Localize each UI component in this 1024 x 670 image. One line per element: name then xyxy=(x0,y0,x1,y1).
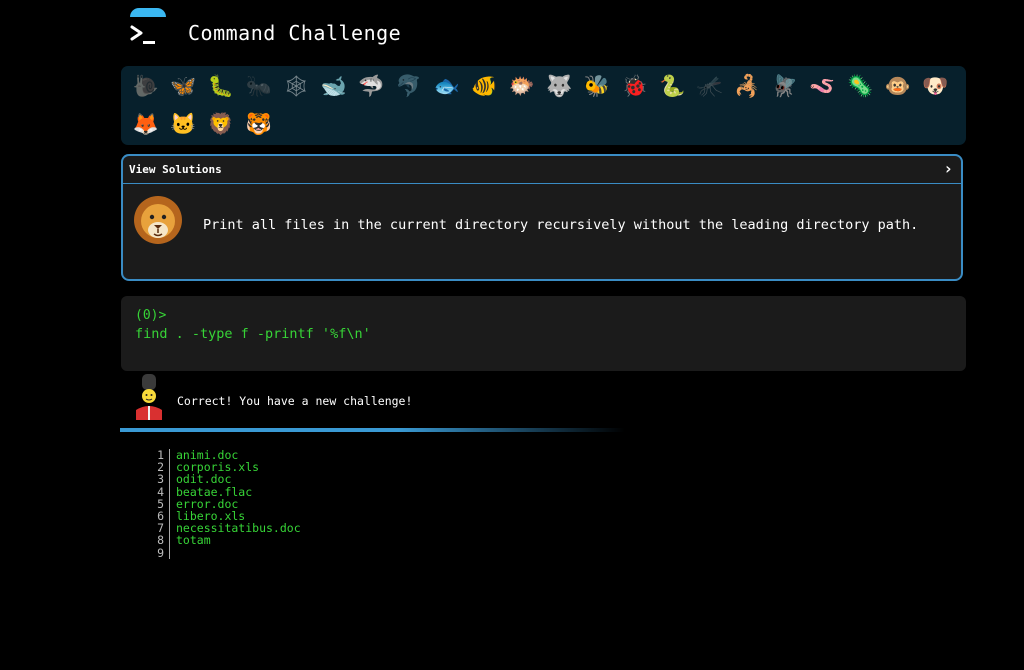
cat-icon[interactable]: 🐱 xyxy=(165,108,203,140)
output-text: totam xyxy=(176,533,211,548)
bee-icon[interactable]: 🐝 xyxy=(578,70,616,102)
output-line: 9 xyxy=(150,546,301,559)
earthworm-icon[interactable]: 🪱 xyxy=(804,70,842,102)
worm-icon[interactable]: 🐍 xyxy=(653,70,691,102)
header-accent-arc xyxy=(130,8,166,17)
butterfly-icon[interactable]: 🦋 xyxy=(165,70,203,102)
challenge-description: Print all files in the current directory… xyxy=(203,217,919,233)
icon-row-2: 🦊 🐱 🦁 🐯 xyxy=(127,108,277,140)
command-input[interactable]: find . -type f -printf '%f\n' xyxy=(135,326,371,342)
chevron-right-icon[interactable]: › xyxy=(943,159,953,178)
terminal-input[interactable]: (0)> find . -type f -printf '%f\n' xyxy=(121,296,966,371)
line-number: 8 xyxy=(150,534,170,547)
icon-row-1: 🐌 🦋 🐛 🐜 🕸 🐋 🦈 🐬 🐟 🐠 🐡 🐺 🐝 🐞 🐍 🦟 🦂 🪰 🪱 🦠 🐵 🐶 xyxy=(127,70,954,102)
terminal-prompt-icon xyxy=(130,25,155,44)
output-line: 4 beatae.flac xyxy=(150,484,301,499)
monkey-icon[interactable]: 🐵 xyxy=(879,70,917,102)
shark-icon[interactable]: 🦈 xyxy=(353,70,391,102)
fish-icon[interactable]: 🐟 xyxy=(428,70,466,102)
tropical-fish-icon[interactable]: 🐠 xyxy=(465,70,503,102)
fly-icon[interactable]: 🪰 xyxy=(766,70,804,102)
wolf-icon[interactable]: 🐺 xyxy=(541,70,579,102)
lion-icon xyxy=(134,196,182,244)
line-number: 4 xyxy=(150,485,170,498)
output-text: beatae.flac xyxy=(176,484,253,499)
whale-icon[interactable]: 🐋 xyxy=(315,70,353,102)
tiger-icon[interactable]: 🐯 xyxy=(240,108,278,140)
output-text: odit.doc xyxy=(176,472,232,487)
caterpillar-icon[interactable]: 🐛 xyxy=(202,70,240,102)
terminal-prompt: (0)> xyxy=(135,308,167,323)
app-header: Command Challenge xyxy=(128,0,968,60)
output-line: 3 odit.doc xyxy=(150,473,301,485)
royal-guard-icon xyxy=(136,374,162,420)
spider-web-icon[interactable]: 🕸 xyxy=(277,70,315,102)
scorpion-icon[interactable]: 🦂 xyxy=(729,70,767,102)
mosquito-icon[interactable]: 🦟 xyxy=(691,70,729,102)
dog-icon[interactable]: 🐶 xyxy=(916,70,954,102)
view-solutions-label: View Solutions xyxy=(129,163,222,176)
line-number: 3 xyxy=(150,473,170,486)
output-line: 7 necessitatibus.doc xyxy=(150,522,301,534)
page-title: Command Challenge xyxy=(188,21,402,45)
challenge-icon-bar: 🐌 🦋 🐛 🐜 🕸 🐋 🦈 🐬 🐟 🐠 🐡 🐺 🐝 🐞 🐍 🦟 🦂 🪰 🪱 🦠 🐵 🐶 🦊 🐱 🦁 🐯 xyxy=(121,66,966,145)
progress-bar xyxy=(120,428,625,432)
dolphin-icon[interactable]: 🐬 xyxy=(390,70,428,102)
lion-icon[interactable]: 🦁 xyxy=(202,108,240,140)
blowfish-icon[interactable]: 🐡 xyxy=(503,70,541,102)
view-solutions-toggle[interactable]: View Solutions › xyxy=(123,156,961,184)
line-number: 9 xyxy=(150,546,170,559)
snail-icon[interactable]: 🐌 xyxy=(127,70,165,102)
fox-icon[interactable]: 🦊 xyxy=(127,108,165,140)
feedback-message: Correct! You have a new challenge! xyxy=(177,394,413,408)
microbe-icon[interactable]: 🦠 xyxy=(841,70,879,102)
challenge-card: View Solutions › Print all files in the … xyxy=(121,154,963,281)
output-line: 8 totam xyxy=(150,534,301,546)
command-output: 1 animi.doc 2 corporis.xls 3 odit.doc 4 beatae.… xyxy=(150,449,301,559)
ladybug-icon[interactable]: 🐞 xyxy=(616,70,654,102)
ant-icon[interactable]: 🐜 xyxy=(240,70,278,102)
